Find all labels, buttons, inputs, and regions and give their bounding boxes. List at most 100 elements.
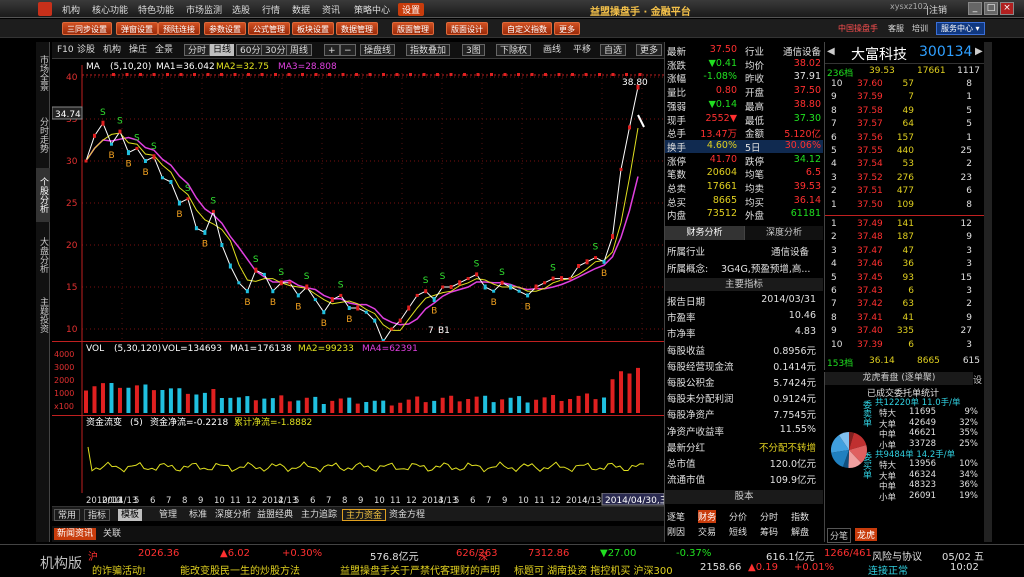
vol-ma2: MA2=99233 — [298, 344, 354, 354]
pan-button[interactable]: 平移 — [570, 44, 594, 56]
menu-features[interactable]: 特色功能 — [138, 3, 174, 16]
ex-rights-dropdown[interactable]: 下除权 — [496, 44, 532, 56]
maximize-icon[interactable]: □ — [984, 2, 998, 15]
vol-title[interactable]: VOL — [86, 344, 104, 354]
popup-settings-button[interactable]: 弹窗设置 — [116, 22, 158, 35]
diagnose-button[interactable]: 诊股 — [74, 44, 98, 56]
price-grid — [82, 74, 664, 330]
sell-volume: 109 — [896, 199, 914, 210]
china-trader-link[interactable]: 中国操盘手 — [838, 23, 878, 34]
param-settings-button[interactable]: 参数设置 — [204, 22, 246, 35]
menu-data[interactable]: 数据 — [292, 3, 310, 16]
fin-bottom-tab[interactable]: 分价 — [729, 510, 747, 523]
dealer-button[interactable]: 操庄 — [126, 44, 150, 56]
tab-deep-analysis[interactable]: 深度分析 — [212, 509, 254, 521]
fin-tab-financial[interactable]: 财务分析 — [665, 226, 744, 240]
preconnect-button[interactable]: 预陆连接 — [158, 22, 200, 35]
fin-tab-deep[interactable]: 深度分析 — [744, 226, 823, 240]
tab-classic[interactable]: 益盟经典 — [254, 509, 296, 521]
layout-manage-button[interactable]: 版面管理 — [392, 22, 434, 35]
data-manage-button[interactable]: 数据管理 — [336, 22, 378, 35]
training-link[interactable]: 培训 — [912, 23, 928, 34]
fin-value: 不分配不转增 — [758, 442, 816, 454]
tab-main-tracking[interactable]: 主力追踪 — [298, 509, 340, 521]
fin-bottom-tab[interactable]: 财务 — [698, 510, 717, 523]
menu-strategy[interactable]: 策略中心 — [354, 3, 390, 16]
fin-bottom-tab[interactable]: 短线 — [729, 525, 747, 538]
tab-standard[interactable]: 标准 — [186, 509, 210, 521]
side-tab-index-analysis[interactable]: 大盘分析 — [36, 228, 50, 282]
sector-settings-button[interactable]: 板块设置 — [292, 22, 334, 35]
dragon-settings-button[interactable]: 设 — [973, 373, 982, 386]
menu-settings[interactable]: 设置 — [398, 3, 425, 16]
period-weekly[interactable]: 周线 — [286, 44, 313, 56]
flow-title[interactable]: 资金流变 — [86, 416, 122, 428]
tab-news[interactable]: 新闻资讯 — [54, 528, 97, 540]
menu-jigou[interactable]: 机构 — [62, 3, 80, 16]
fin-bottom-tab[interactable]: 指数 — [791, 510, 809, 523]
volume-chart[interactable]: VOL (5,30,120) VOL=134693 MA1=176138 MA2… — [52, 341, 664, 415]
zoom-out-button[interactable]: − — [340, 44, 356, 56]
fin-bottom-tab[interactable]: 交易 — [698, 525, 716, 538]
minimize-icon[interactable]: _ — [968, 2, 982, 15]
formula-manage-button[interactable]: 公式管理 — [248, 22, 290, 35]
sync-settings-button[interactable]: 三同步设置 — [62, 22, 112, 35]
date-tick-label: 8 — [342, 496, 347, 506]
top-signal-dot — [328, 73, 331, 76]
side-tab-market[interactable]: 市场全景 — [36, 44, 50, 102]
period-intraday[interactable]: 分时 — [184, 44, 211, 56]
menu-market-monitor[interactable]: 市场监测 — [186, 3, 222, 16]
fund-flow-chart[interactable]: 资金流变 (5) 资金净流=-0.2218 累计净流=-1.8882 — [52, 415, 664, 493]
tab-fund-equation[interactable]: 资金方程 — [386, 509, 428, 521]
custom-index-button[interactable]: 自定义指数 — [502, 22, 552, 35]
panorama-button[interactable]: 全景 — [152, 44, 176, 56]
buy-level: 1 — [831, 219, 837, 229]
layout-design-button[interactable]: 版面设计 — [446, 22, 488, 35]
fin-bottom-tab[interactable]: 逐笔 — [667, 510, 685, 523]
three-chart-dropdown[interactable]: 3图 — [462, 44, 485, 56]
fin-value: 0.9124元 — [773, 394, 816, 406]
quote-value: -1.08% — [703, 71, 737, 83]
trade-line-dropdown[interactable]: 操盘线 — [360, 44, 396, 56]
tab-template[interactable]: 模板 — [118, 509, 143, 521]
tab-common[interactable]: 常用 — [54, 509, 81, 521]
service-center-dropdown[interactable]: 服务中心 ▾ — [936, 22, 985, 35]
menu-news[interactable]: 资讯 — [322, 3, 340, 16]
side-tab-stock-analysis[interactable]: 个股分析 — [36, 168, 50, 222]
top-signal-dot — [409, 73, 412, 76]
tab-indicators[interactable]: 指标 — [84, 509, 111, 521]
dragon-tab-ticks[interactable]: 分笔 — [827, 528, 852, 543]
close-icon[interactable]: × — [1000, 2, 1014, 15]
fin-bottom-tab[interactable]: 刚因 — [667, 525, 685, 538]
side-tab-intraday[interactable]: 分时走势 — [36, 108, 50, 162]
menu-core[interactable]: 核心功能 — [92, 3, 128, 16]
index-overlay-dropdown[interactable]: 指数叠加 — [406, 44, 451, 56]
fin-bottom-tab[interactable]: 筹码 — [760, 525, 778, 538]
logout-link[interactable]: |注销 — [926, 3, 947, 16]
next-stock-icon[interactable]: ▶ — [975, 46, 983, 57]
menu-quotes[interactable]: 行情 — [262, 3, 280, 16]
menu-pick-stock[interactable]: 选股 — [232, 3, 250, 16]
side-tab-theme[interactable]: 主题投资 — [36, 288, 50, 342]
customer-service-link[interactable]: 客服 — [888, 23, 904, 34]
fin-bottom-tab[interactable]: 分时 — [760, 510, 778, 523]
ma-indicator-label[interactable]: MA — [86, 62, 101, 72]
dragon-tab-dragon[interactable]: 龙虎 — [855, 528, 878, 541]
price-chart[interactable]: 40353025201510 SBSBSBSBSBSBSBSBSBSBBSBSS… — [52, 59, 664, 341]
more-button[interactable]: 更多 — [554, 22, 580, 35]
tab-main-funds[interactable]: 主力资金 — [342, 509, 387, 521]
right-scrollbar[interactable] — [984, 42, 992, 542]
zoom-in-button[interactable]: + — [324, 44, 340, 56]
institution-button[interactable]: 机构 — [100, 44, 124, 56]
watchlist-dropdown[interactable]: 自选 — [600, 44, 627, 56]
period-daily[interactable]: 日线 — [210, 44, 235, 56]
tab-related[interactable]: 关联 — [100, 528, 124, 540]
sell-level: 9 — [831, 92, 837, 103]
quote-label: 最高 — [745, 101, 765, 113]
fin-bottom-tab[interactable]: 解盘 — [791, 525, 809, 538]
more-dropdown[interactable]: 更多 — [636, 44, 663, 56]
draw-line-button[interactable]: 画线 — [540, 44, 564, 56]
tab-manage[interactable]: 管理 — [156, 509, 180, 521]
price-candle — [458, 280, 462, 286]
prev-stock-icon[interactable]: ◀ — [827, 46, 835, 57]
